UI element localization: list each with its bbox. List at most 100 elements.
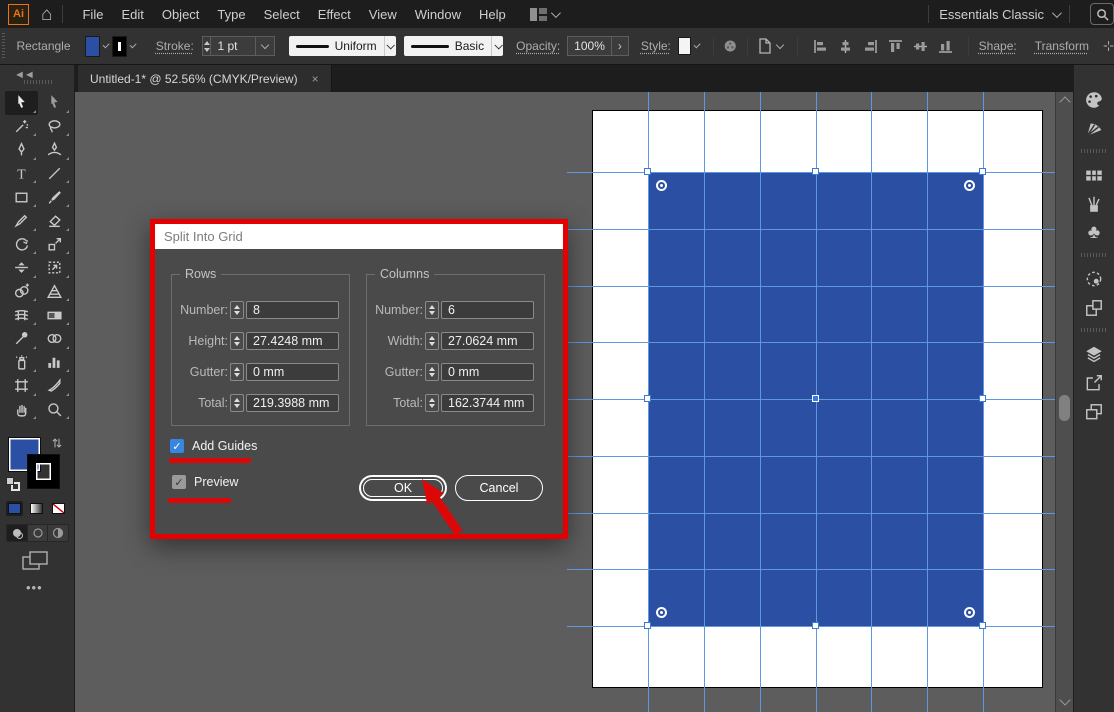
vertical-guide[interactable] <box>983 92 984 712</box>
arrange-documents-icon[interactable] <box>521 0 567 28</box>
align-center-horizontal-icon[interactable] <box>833 39 858 54</box>
rows-total-input[interactable]: 219.3988 mm <box>246 394 339 412</box>
color-panel-icon[interactable] <box>1074 85 1114 114</box>
free-transform-tool[interactable] <box>38 256 71 280</box>
drag-grip[interactable] <box>2 33 5 59</box>
panel-group-grip[interactable] <box>1081 253 1107 257</box>
scroll-down-icon[interactable] <box>1059 694 1070 705</box>
vertical-guide[interactable] <box>871 92 872 712</box>
live-corner-widget[interactable] <box>656 607 667 618</box>
width-profile-chevron[interactable] <box>384 36 396 56</box>
chevron-down-icon[interactable] <box>694 41 701 48</box>
document-tab[interactable]: Untitled-1* @ 52.56% (CMYK/Preview) × <box>78 65 332 92</box>
line-segment-tool[interactable] <box>38 162 71 186</box>
align-left-icon[interactable] <box>808 39 833 54</box>
shape-builder-tool[interactable] <box>5 280 38 304</box>
shape-panel-link[interactable]: Shape: <box>979 39 1017 53</box>
draw-normal-button[interactable] <box>7 525 28 541</box>
selection-handle[interactable] <box>644 622 651 629</box>
stepper[interactable] <box>230 332 244 350</box>
mesh-tool[interactable] <box>5 303 38 327</box>
stroke-weight-stepper[interactable] <box>202 36 212 56</box>
rectangle-tool[interactable] <box>5 185 38 209</box>
panel-group-grip[interactable] <box>1081 149 1107 153</box>
draw-behind-button[interactable] <box>28 525 49 541</box>
illustrator-logo-icon[interactable]: Ai <box>8 4 29 25</box>
add-guides-checkbox[interactable]: ✓ <box>170 439 184 453</box>
shaper-tool[interactable] <box>5 209 38 233</box>
none-button[interactable] <box>50 501 67 516</box>
scrollbar-thumb[interactable] <box>1059 395 1070 421</box>
swatches-panel-icon[interactable] <box>1074 160 1114 189</box>
selection-tool[interactable] <box>5 91 38 115</box>
selection-handle[interactable] <box>644 395 651 402</box>
menu-window[interactable]: Window <box>406 0 470 28</box>
stepper[interactable] <box>425 394 439 412</box>
selection-handle[interactable] <box>644 168 651 175</box>
dialog-title-bar[interactable]: Split Into Grid <box>155 224 563 249</box>
type-tool[interactable]: T <box>5 162 38 186</box>
rows-height-input[interactable]: 27.4248 mm <box>246 332 339 350</box>
ok-button[interactable]: OK <box>363 479 443 497</box>
selection-handle[interactable] <box>979 395 986 402</box>
chevron-down-icon[interactable] <box>102 41 109 48</box>
home-icon[interactable]: ⌂ <box>41 5 52 24</box>
artboards-panel-icon[interactable] <box>1074 397 1114 426</box>
gradient-tool[interactable] <box>38 303 71 327</box>
cancel-button[interactable]: Cancel <box>455 475 543 501</box>
recolor-artwork-icon[interactable] <box>724 37 736 55</box>
slice-tool[interactable] <box>38 374 71 398</box>
menu-help[interactable]: Help <box>470 0 515 28</box>
symbol-sprayer-tool[interactable] <box>5 351 38 375</box>
horizontal-guide[interactable] <box>567 569 1057 570</box>
direct-selection-tool[interactable] <box>38 91 71 115</box>
menu-edit[interactable]: Edit <box>112 0 152 28</box>
paintbrush-tool[interactable] <box>38 185 71 209</box>
gradient-button[interactable] <box>28 501 45 516</box>
rows-number-input[interactable]: 8 <box>246 301 339 319</box>
color-guide-panel-icon[interactable] <box>1074 114 1114 143</box>
menu-effect[interactable]: Effect <box>309 0 360 28</box>
opacity-expand[interactable]: › <box>612 36 629 56</box>
opacity-panel-link[interactable]: Opacity: <box>516 39 560 53</box>
chevron-down-icon[interactable] <box>130 41 137 48</box>
vertical-guide[interactable] <box>648 92 649 712</box>
opacity-value[interactable]: 100% <box>567 36 612 56</box>
stepper[interactable] <box>425 332 439 350</box>
menu-type[interactable]: Type <box>208 0 254 28</box>
stroke-weight-dropdown[interactable] <box>256 36 275 56</box>
horizontal-guide[interactable] <box>567 456 1057 457</box>
stepper[interactable] <box>425 301 439 319</box>
style-swatch[interactable] <box>678 37 691 55</box>
rows-gutter-input[interactable]: 0 mm <box>246 363 339 381</box>
fill-color-swatch[interactable] <box>85 36 100 57</box>
hand-tool[interactable] <box>5 398 38 422</box>
align-top-icon[interactable] <box>883 39 908 54</box>
stroke-color-swatch[interactable] <box>112 36 127 57</box>
brushes-panel-icon[interactable] <box>1074 189 1114 218</box>
live-corner-widget[interactable] <box>964 180 975 191</box>
menu-view[interactable]: View <box>360 0 406 28</box>
blend-tool[interactable] <box>38 327 71 351</box>
magic-wand-tool[interactable] <box>5 115 38 139</box>
column-graph-tool[interactable] <box>38 351 71 375</box>
asset-export-panel-icon[interactable] <box>1074 368 1114 397</box>
transform-panel-link[interactable]: Transform <box>1035 39 1089 53</box>
appearance-panel-icon[interactable] <box>1074 293 1114 322</box>
horizontal-guide[interactable] <box>567 513 1057 514</box>
menu-select[interactable]: Select <box>255 0 309 28</box>
menu-object[interactable]: Object <box>153 0 209 28</box>
menu-file[interactable]: File <box>73 0 112 28</box>
edit-toolbar-icon[interactable]: ••• <box>26 580 43 595</box>
zoom-tool[interactable] <box>38 398 71 422</box>
scale-tool[interactable] <box>38 233 71 257</box>
curvature-tool[interactable] <box>38 138 71 162</box>
preview-checkbox[interactable]: ✓ <box>172 475 186 489</box>
align-center-vertical-icon[interactable] <box>908 39 933 54</box>
symbols-panel-icon[interactable]: ♣ <box>1074 218 1114 247</box>
pen-tool[interactable] <box>5 138 38 162</box>
draw-inside-button[interactable] <box>48 525 68 541</box>
brush-chevron[interactable] <box>491 36 503 56</box>
screen-mode-icon[interactable] <box>22 551 48 571</box>
lasso-tool[interactable] <box>38 115 71 139</box>
